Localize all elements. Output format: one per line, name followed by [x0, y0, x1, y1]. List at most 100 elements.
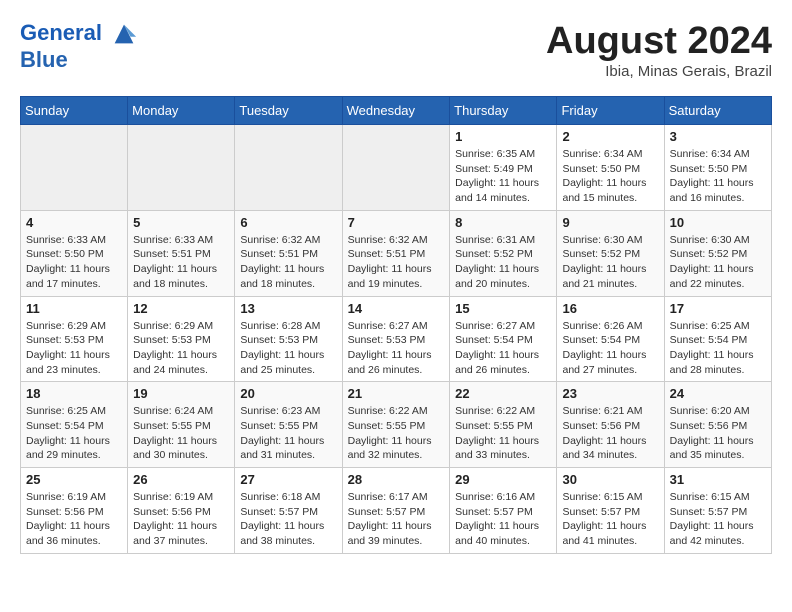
calendar-day-cell: 3 Sunrise: 6:34 AMSunset: 5:50 PMDayligh…: [664, 125, 771, 211]
day-info: Sunrise: 6:32 AMSunset: 5:51 PMDaylight:…: [240, 233, 336, 292]
day-info: Sunrise: 6:22 AMSunset: 5:55 PMDaylight:…: [348, 404, 445, 463]
calendar-day-cell: 9 Sunrise: 6:30 AMSunset: 5:52 PMDayligh…: [557, 210, 664, 296]
day-info: Sunrise: 6:31 AMSunset: 5:52 PMDaylight:…: [455, 233, 551, 292]
weekday-header-saturday: Saturday: [664, 97, 771, 125]
calendar-day-cell: 18 Sunrise: 6:25 AMSunset: 5:54 PMDaylig…: [21, 382, 128, 468]
calendar-day-cell: 8 Sunrise: 6:31 AMSunset: 5:52 PMDayligh…: [450, 210, 557, 296]
calendar-day-cell: 7 Sunrise: 6:32 AMSunset: 5:51 PMDayligh…: [342, 210, 450, 296]
weekday-header-tuesday: Tuesday: [235, 97, 342, 125]
calendar-day-cell: 14 Sunrise: 6:27 AMSunset: 5:53 PMDaylig…: [342, 296, 450, 382]
day-number: 14: [348, 301, 445, 316]
weekday-header-monday: Monday: [128, 97, 235, 125]
day-info: Sunrise: 6:28 AMSunset: 5:53 PMDaylight:…: [240, 319, 336, 378]
day-number: 27: [240, 472, 336, 487]
calendar-day-cell: 30 Sunrise: 6:15 AMSunset: 5:57 PMDaylig…: [557, 468, 664, 554]
day-info: Sunrise: 6:19 AMSunset: 5:56 PMDaylight:…: [133, 490, 229, 549]
calendar-day-cell: 2 Sunrise: 6:34 AMSunset: 5:50 PMDayligh…: [557, 125, 664, 211]
day-info: Sunrise: 6:19 AMSunset: 5:56 PMDaylight:…: [26, 490, 122, 549]
day-number: 22: [455, 386, 551, 401]
logo-text: General: [20, 20, 138, 48]
day-number: 24: [670, 386, 766, 401]
day-number: 16: [562, 301, 658, 316]
calendar-day-cell: 13 Sunrise: 6:28 AMSunset: 5:53 PMDaylig…: [235, 296, 342, 382]
day-info: Sunrise: 6:21 AMSunset: 5:56 PMDaylight:…: [562, 404, 658, 463]
day-info: Sunrise: 6:32 AMSunset: 5:51 PMDaylight:…: [348, 233, 445, 292]
calendar-day-cell: 6 Sunrise: 6:32 AMSunset: 5:51 PMDayligh…: [235, 210, 342, 296]
calendar-week-row: 18 Sunrise: 6:25 AMSunset: 5:54 PMDaylig…: [21, 382, 772, 468]
calendar-day-cell: 1 Sunrise: 6:35 AMSunset: 5:49 PMDayligh…: [450, 125, 557, 211]
location: Ibia, Minas Gerais, Brazil: [546, 63, 772, 80]
day-info: Sunrise: 6:25 AMSunset: 5:54 PMDaylight:…: [26, 404, 122, 463]
calendar-day-cell: 10 Sunrise: 6:30 AMSunset: 5:52 PMDaylig…: [664, 210, 771, 296]
day-info: Sunrise: 6:25 AMSunset: 5:54 PMDaylight:…: [670, 319, 766, 378]
day-info: Sunrise: 6:33 AMSunset: 5:50 PMDaylight:…: [26, 233, 122, 292]
day-info: Sunrise: 6:26 AMSunset: 5:54 PMDaylight:…: [562, 319, 658, 378]
day-info: Sunrise: 6:16 AMSunset: 5:57 PMDaylight:…: [455, 490, 551, 549]
calendar-week-row: 11 Sunrise: 6:29 AMSunset: 5:53 PMDaylig…: [21, 296, 772, 382]
day-number: 21: [348, 386, 445, 401]
day-number: 23: [562, 386, 658, 401]
calendar-day-cell: 12 Sunrise: 6:29 AMSunset: 5:53 PMDaylig…: [128, 296, 235, 382]
month-year: August 2024: [546, 20, 772, 63]
day-number: 11: [26, 301, 122, 316]
day-number: 26: [133, 472, 229, 487]
day-number: 13: [240, 301, 336, 316]
calendar-day-cell: 27 Sunrise: 6:18 AMSunset: 5:57 PMDaylig…: [235, 468, 342, 554]
calendar-day-cell: 29 Sunrise: 6:16 AMSunset: 5:57 PMDaylig…: [450, 468, 557, 554]
calendar-week-row: 25 Sunrise: 6:19 AMSunset: 5:56 PMDaylig…: [21, 468, 772, 554]
calendar-day-cell: 15 Sunrise: 6:27 AMSunset: 5:54 PMDaylig…: [450, 296, 557, 382]
day-number: 7: [348, 215, 445, 230]
day-info: Sunrise: 6:29 AMSunset: 5:53 PMDaylight:…: [133, 319, 229, 378]
day-number: 9: [562, 215, 658, 230]
day-number: 4: [26, 215, 122, 230]
weekday-header-thursday: Thursday: [450, 97, 557, 125]
calendar-day-cell: 20 Sunrise: 6:23 AMSunset: 5:55 PMDaylig…: [235, 382, 342, 468]
calendar-day-cell: 4 Sunrise: 6:33 AMSunset: 5:50 PMDayligh…: [21, 210, 128, 296]
day-number: 30: [562, 472, 658, 487]
day-number: 3: [670, 129, 766, 144]
day-number: 2: [562, 129, 658, 144]
day-number: 12: [133, 301, 229, 316]
calendar-table: SundayMondayTuesdayWednesdayThursdayFrid…: [20, 96, 772, 554]
calendar-week-row: 1 Sunrise: 6:35 AMSunset: 5:49 PMDayligh…: [21, 125, 772, 211]
day-info: Sunrise: 6:18 AMSunset: 5:57 PMDaylight:…: [240, 490, 336, 549]
calendar-day-cell: 26 Sunrise: 6:19 AMSunset: 5:56 PMDaylig…: [128, 468, 235, 554]
day-number: 8: [455, 215, 551, 230]
day-info: Sunrise: 6:27 AMSunset: 5:53 PMDaylight:…: [348, 319, 445, 378]
day-number: 15: [455, 301, 551, 316]
page-header: General Blue August 2024 Ibia, Minas Ger…: [20, 20, 772, 80]
day-info: Sunrise: 6:17 AMSunset: 5:57 PMDaylight:…: [348, 490, 445, 549]
calendar-week-row: 4 Sunrise: 6:33 AMSunset: 5:50 PMDayligh…: [21, 210, 772, 296]
weekday-header-wednesday: Wednesday: [342, 97, 450, 125]
weekday-header-sunday: Sunday: [21, 97, 128, 125]
day-info: Sunrise: 6:30 AMSunset: 5:52 PMDaylight:…: [562, 233, 658, 292]
day-info: Sunrise: 6:24 AMSunset: 5:55 PMDaylight:…: [133, 404, 229, 463]
day-number: 18: [26, 386, 122, 401]
day-number: 28: [348, 472, 445, 487]
day-info: Sunrise: 6:20 AMSunset: 5:56 PMDaylight:…: [670, 404, 766, 463]
calendar-day-cell: 23 Sunrise: 6:21 AMSunset: 5:56 PMDaylig…: [557, 382, 664, 468]
day-info: Sunrise: 6:23 AMSunset: 5:55 PMDaylight:…: [240, 404, 336, 463]
weekday-header-row: SundayMondayTuesdayWednesdayThursdayFrid…: [21, 97, 772, 125]
day-info: Sunrise: 6:15 AMSunset: 5:57 PMDaylight:…: [562, 490, 658, 549]
title-block: August 2024 Ibia, Minas Gerais, Brazil: [546, 20, 772, 80]
day-info: Sunrise: 6:15 AMSunset: 5:57 PMDaylight:…: [670, 490, 766, 549]
calendar-day-cell: 28 Sunrise: 6:17 AMSunset: 5:57 PMDaylig…: [342, 468, 450, 554]
day-number: 5: [133, 215, 229, 230]
calendar-day-cell: 31 Sunrise: 6:15 AMSunset: 5:57 PMDaylig…: [664, 468, 771, 554]
weekday-header-friday: Friday: [557, 97, 664, 125]
day-number: 29: [455, 472, 551, 487]
calendar-day-cell: 11 Sunrise: 6:29 AMSunset: 5:53 PMDaylig…: [21, 296, 128, 382]
day-number: 6: [240, 215, 336, 230]
day-number: 17: [670, 301, 766, 316]
day-info: Sunrise: 6:22 AMSunset: 5:55 PMDaylight:…: [455, 404, 551, 463]
logo-blue: Blue: [20, 48, 138, 72]
calendar-day-cell: [21, 125, 128, 211]
day-number: 31: [670, 472, 766, 487]
day-number: 1: [455, 129, 551, 144]
calendar-day-cell: [235, 125, 342, 211]
day-info: Sunrise: 6:33 AMSunset: 5:51 PMDaylight:…: [133, 233, 229, 292]
calendar-day-cell: 25 Sunrise: 6:19 AMSunset: 5:56 PMDaylig…: [21, 468, 128, 554]
calendar-day-cell: 19 Sunrise: 6:24 AMSunset: 5:55 PMDaylig…: [128, 382, 235, 468]
day-number: 20: [240, 386, 336, 401]
